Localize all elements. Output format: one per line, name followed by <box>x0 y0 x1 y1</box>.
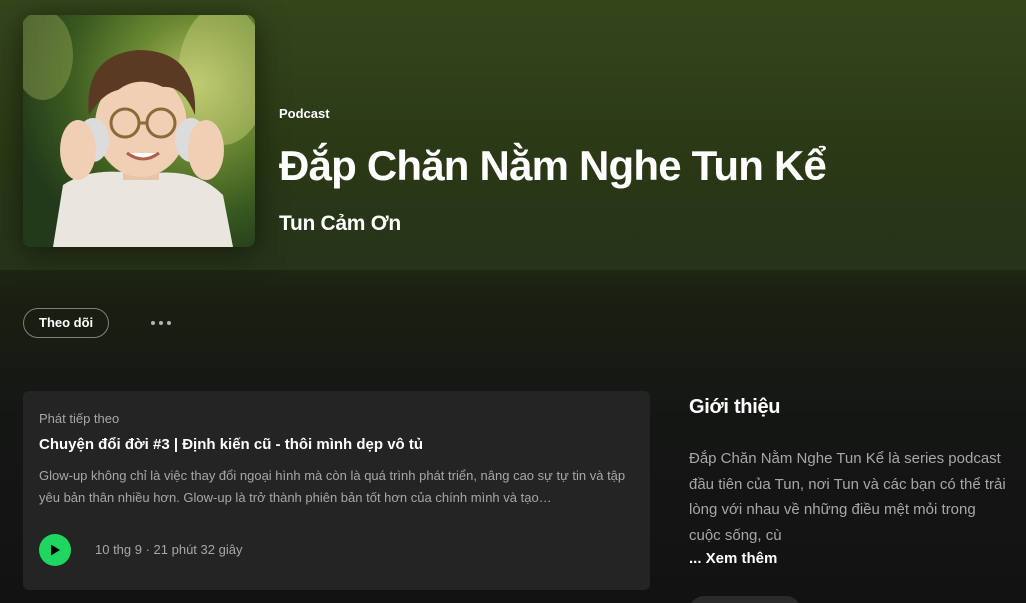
about-heading: Giới thiệu <box>689 396 781 418</box>
podcast-cover-image <box>23 15 255 247</box>
category-pill[interactable] <box>689 596 801 603</box>
more-dots-icon <box>151 321 155 325</box>
podcast-title: Đắp Chăn Nằm Nghe Tun Kể <box>279 142 827 189</box>
see-more-link[interactable]: ... Xem thêm <box>689 550 777 567</box>
podcast-author[interactable]: Tun Cảm Ơn <box>279 212 401 236</box>
next-episode-label: Phát tiếp theo <box>39 411 120 426</box>
more-dots-icon <box>159 321 163 325</box>
more-options-button[interactable] <box>145 312 177 334</box>
episode-description: Glow-up không chỉ là việc thay đổi ngoại… <box>39 468 626 505</box>
more-dots-icon <box>167 321 171 325</box>
follow-button[interactable]: Theo dõi <box>23 308 110 338</box>
episode-meta: 10 thg 9 · 21 phút 32 giây <box>95 542 243 557</box>
play-button[interactable] <box>39 534 71 566</box>
next-episode-card[interactable]: Phát tiếp theo Chuyện đổi đời #3 | Định … <box>23 391 650 590</box>
cover-artwork <box>23 15 255 247</box>
episode-title[interactable]: Chuyện đổi đời #3 | Định kiến cũ - thôi … <box>39 436 423 453</box>
play-icon <box>51 544 60 556</box>
podcast-page: Podcast Đắp Chăn Nằm Nghe Tun Kể Tun Cảm… <box>0 0 1026 603</box>
about-description: Đắp Chăn Nằm Nghe Tun Kể là series podca… <box>689 450 1006 544</box>
content-type-label: Podcast <box>279 106 330 121</box>
